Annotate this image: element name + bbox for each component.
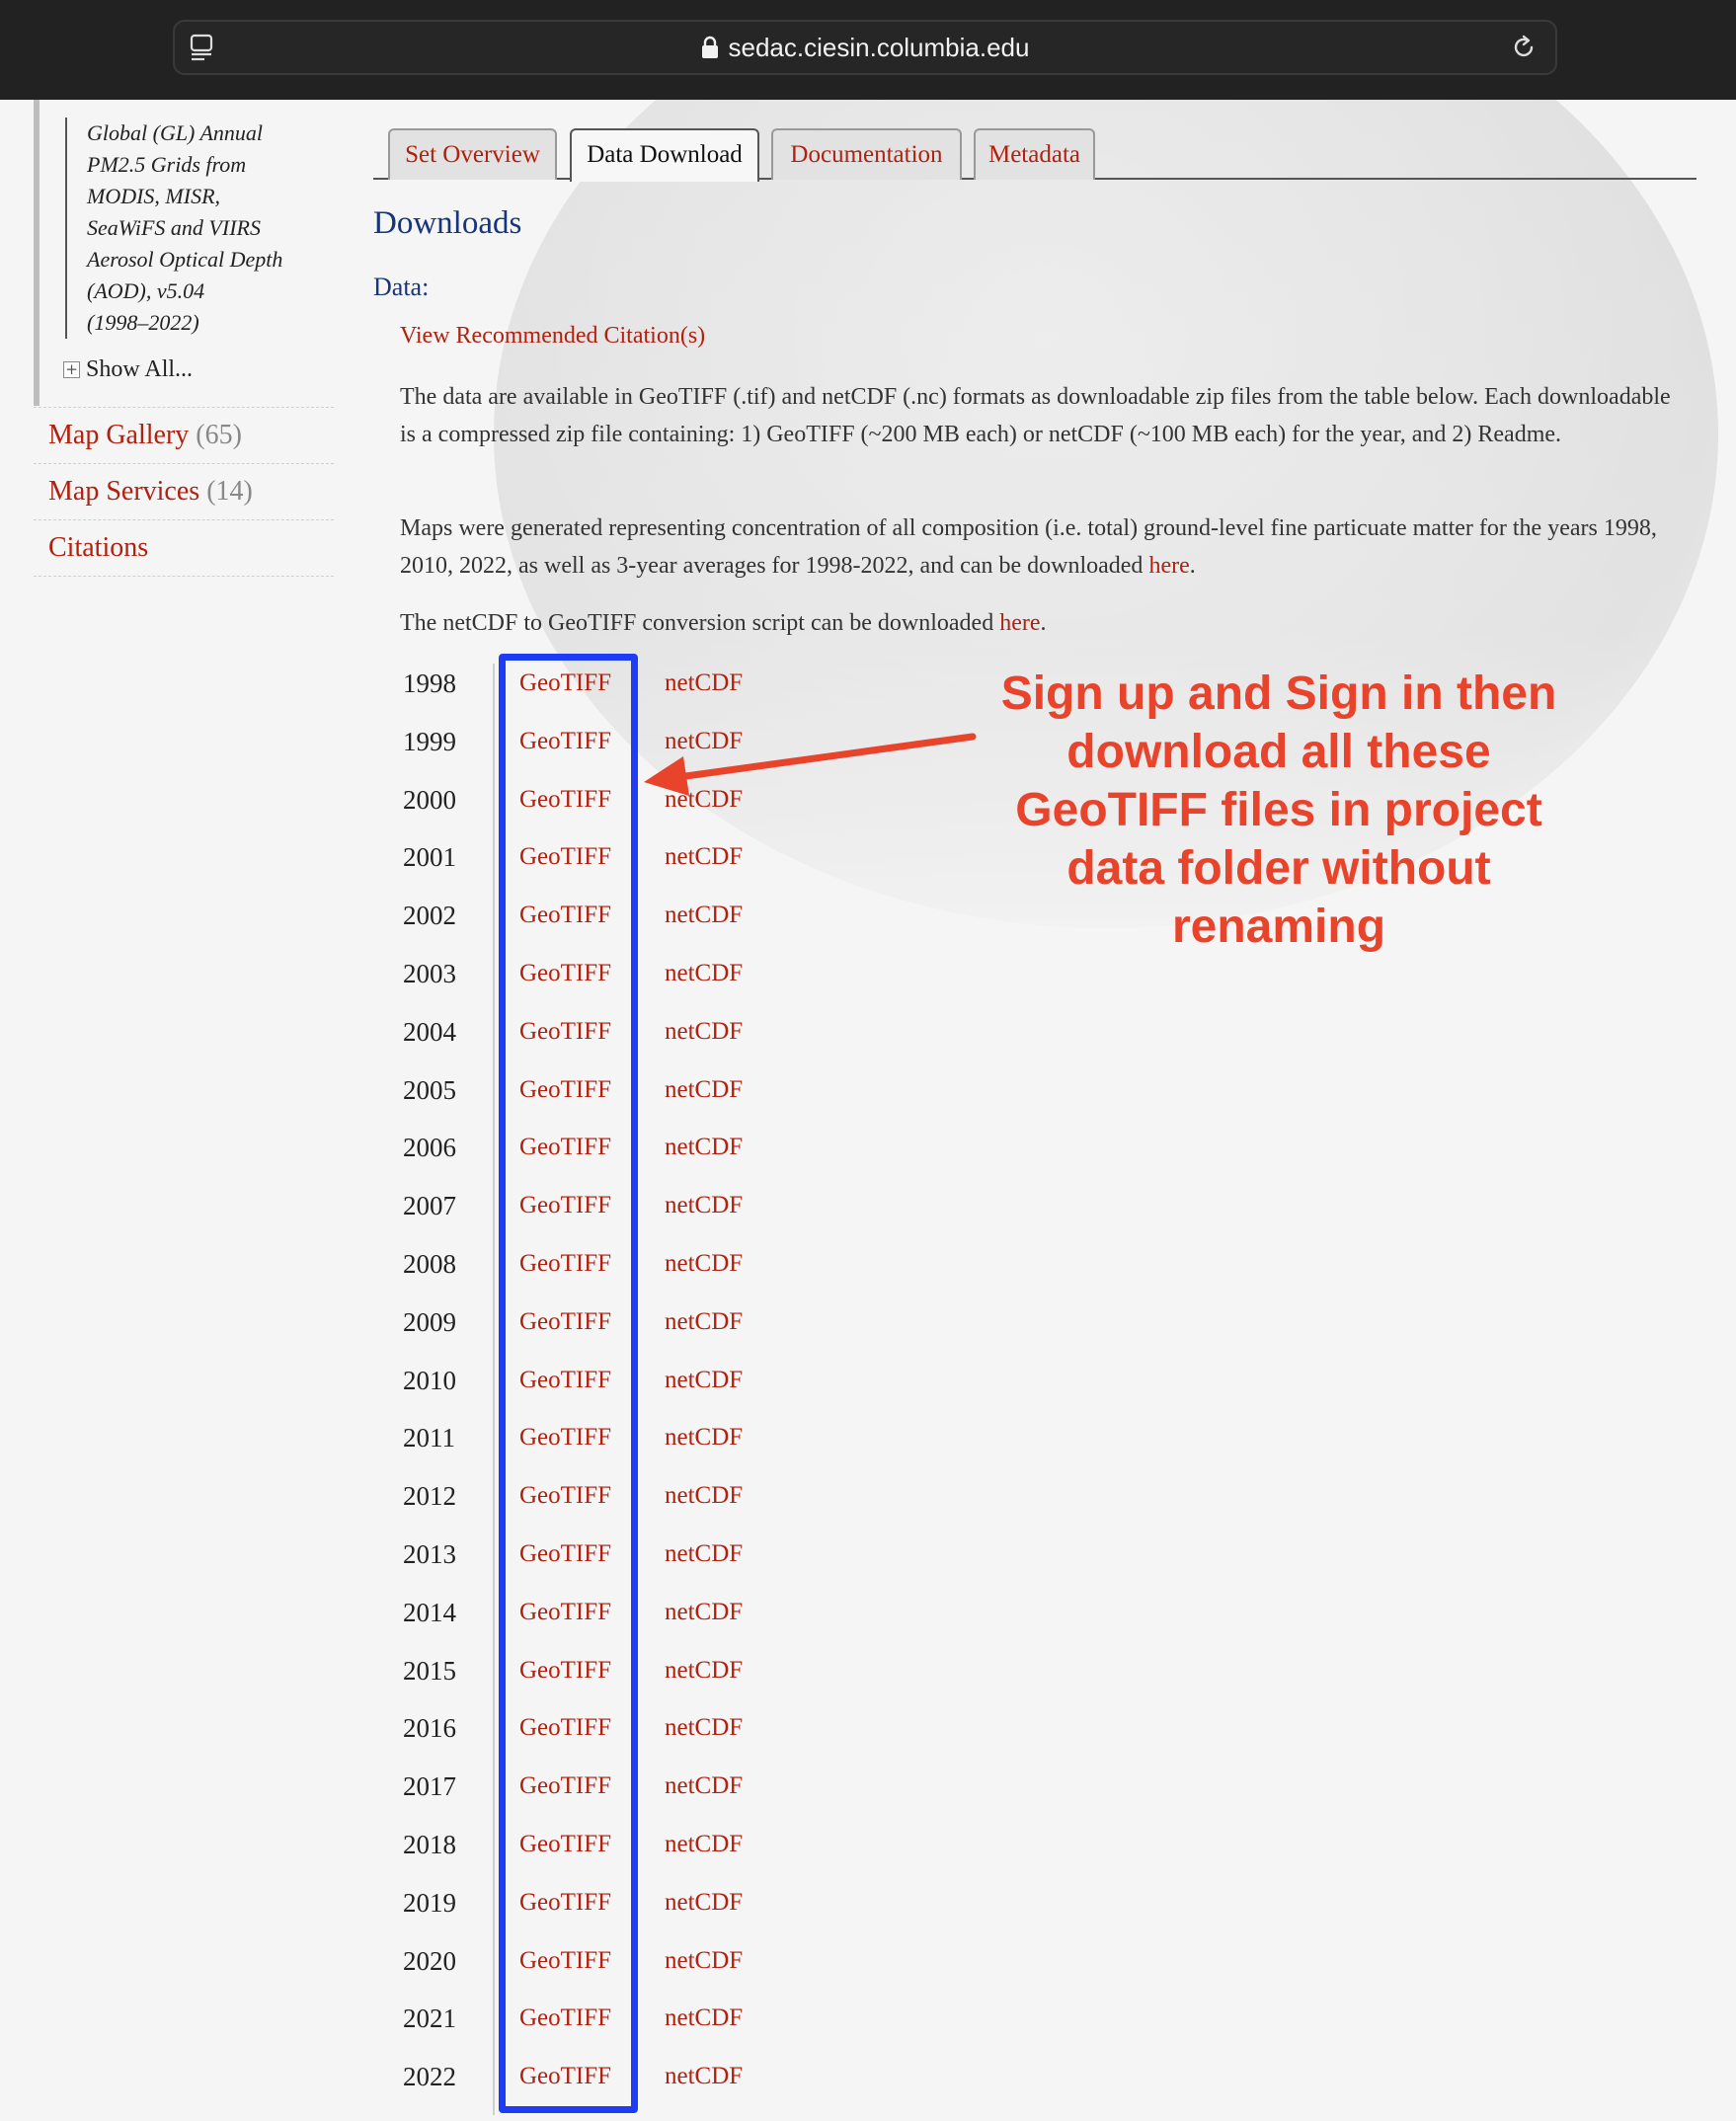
- sidebar-divider: [34, 576, 334, 577]
- year-label: 2022: [403, 2062, 456, 2091]
- netcdf-download-link[interactable]: netCDF: [665, 1244, 743, 1284]
- view-citation-link[interactable]: View Recommended Citation(s): [400, 323, 705, 350]
- year-label: 2007: [403, 1191, 456, 1220]
- geotiff-column-highlight: [499, 654, 638, 2113]
- netcdf-download-link[interactable]: netCDF: [665, 1708, 743, 1748]
- downloads-heading: Downloads: [373, 205, 522, 241]
- map-gallery-count: (65): [196, 420, 242, 450]
- year-label: 2012: [403, 1481, 456, 1511]
- conversion-script-here-link[interactable]: here: [999, 610, 1040, 636]
- year-label: 1998: [403, 668, 456, 698]
- sidebar-link-map-services[interactable]: Map Services (14): [34, 463, 334, 518]
- netcdf-download-link[interactable]: netCDF: [665, 896, 743, 935]
- year-label: 2014: [403, 1598, 456, 1627]
- year-label: 2006: [403, 1133, 456, 1162]
- year-label: 2000: [403, 785, 456, 815]
- annotation-arrow-icon: [644, 733, 977, 796]
- netcdf-download-link[interactable]: netCDF: [665, 1302, 743, 1342]
- netcdf-download-link[interactable]: netCDF: [665, 1012, 743, 1052]
- netcdf-download-link[interactable]: netCDF: [665, 2057, 743, 2096]
- year-label: 2015: [403, 1656, 456, 1686]
- maps-paragraph: Maps were generated representing concent…: [400, 515, 1657, 579]
- tab-set-overview[interactable]: Set Overview: [388, 128, 557, 180]
- description-paragraph: The data are available in GeoTIFF (.tif)…: [400, 384, 1671, 447]
- year-label: 2017: [403, 1771, 456, 1801]
- show-all-toggle[interactable]: + Show All...: [63, 356, 193, 383]
- data-heading: Data:: [373, 273, 430, 301]
- netcdf-download-link[interactable]: netCDF: [665, 837, 743, 877]
- maps-here-link[interactable]: here: [1148, 553, 1189, 579]
- show-all-label: Show All...: [86, 356, 194, 382]
- netcdf-download-link[interactable]: netCDF: [665, 1186, 743, 1225]
- netcdf-download-link[interactable]: netCDF: [665, 1825, 743, 1864]
- year-label: 2001: [403, 842, 456, 872]
- lock-icon: [701, 36, 718, 58]
- conversion-paragraph: The netCDF to GeoTIFF conversion script …: [400, 610, 1047, 636]
- netcdf-download-link[interactable]: netCDF: [665, 1128, 743, 1167]
- netcdf-download-link[interactable]: netCDF: [665, 1767, 743, 1806]
- year-label: 2013: [403, 1539, 456, 1569]
- reload-icon[interactable]: [1510, 34, 1538, 61]
- year-label: 2010: [403, 1366, 456, 1395]
- netcdf-download-link[interactable]: netCDF: [665, 1070, 743, 1110]
- year-label: 2016: [403, 1713, 456, 1743]
- netcdf-download-link[interactable]: netCDF: [665, 1999, 743, 2038]
- year-label: 2021: [403, 2003, 456, 2033]
- browser-toolbar: sedac.ciesin.columbia.edu: [0, 0, 1736, 100]
- sidebar-link-map-gallery[interactable]: Map Gallery (65): [34, 407, 334, 462]
- address-bar[interactable]: sedac.ciesin.columbia.edu: [173, 20, 1557, 75]
- netcdf-download-link[interactable]: netCDF: [665, 1534, 743, 1574]
- netcdf-download-link[interactable]: netCDF: [665, 954, 743, 993]
- year-label: 2019: [403, 1888, 456, 1918]
- year-label: 2002: [403, 901, 456, 930]
- year-label: 2018: [403, 1830, 456, 1859]
- year-label: 2005: [403, 1075, 456, 1105]
- year-label: 2020: [403, 1946, 456, 1976]
- url-text[interactable]: sedac.ciesin.columbia.edu: [729, 33, 1030, 63]
- tab-documentation[interactable]: Documentation: [771, 128, 962, 180]
- year-label: 1999: [403, 727, 456, 756]
- sidebar-sub-indicator: [34, 100, 39, 406]
- year-label: 2003: [403, 959, 456, 988]
- expand-plus-icon[interactable]: +: [63, 361, 80, 378]
- year-label: 2004: [403, 1017, 456, 1047]
- netcdf-download-link[interactable]: netCDF: [665, 1361, 743, 1400]
- netcdf-download-link[interactable]: netCDF: [665, 1651, 743, 1690]
- tab-metadata[interactable]: Metadata: [974, 128, 1095, 180]
- tab-data-download[interactable]: Data Download: [570, 128, 759, 182]
- year-label: 2011: [403, 1423, 455, 1453]
- netcdf-download-link[interactable]: netCDF: [665, 664, 743, 703]
- map-services-count: (14): [206, 476, 253, 507]
- sidebar-link-citations[interactable]: Citations: [34, 519, 334, 575]
- sidebar-sub-item-dataset[interactable]: Global (GL) Annual PM2.5 Grids from MODI…: [65, 118, 312, 339]
- year-label: 2009: [403, 1307, 456, 1337]
- annotation-text: Sign up and Sign in then download all th…: [1000, 668, 1557, 953]
- netcdf-download-link[interactable]: netCDF: [665, 1941, 743, 1981]
- netcdf-download-link[interactable]: netCDF: [665, 1418, 743, 1457]
- netcdf-download-link[interactable]: netCDF: [665, 1476, 743, 1516]
- year-label: 2008: [403, 1249, 456, 1279]
- netcdf-download-link[interactable]: netCDF: [665, 1593, 743, 1632]
- netcdf-download-link[interactable]: netCDF: [665, 1883, 743, 1923]
- tab-bar: Set Overview Data Download Documentation…: [373, 128, 1697, 182]
